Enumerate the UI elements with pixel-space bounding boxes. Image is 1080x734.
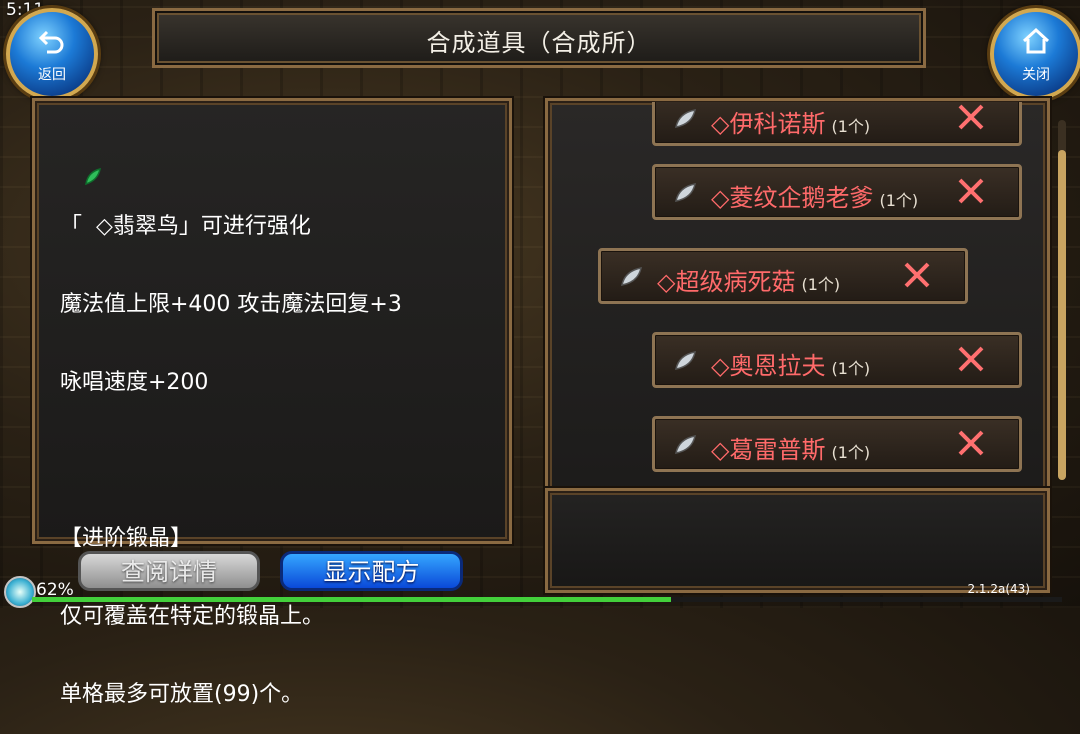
list-item[interactable]: ◇葛雷普斯 (1个) xyxy=(652,416,1022,472)
crystal-icon xyxy=(675,351,696,370)
crystal-icon xyxy=(675,109,696,128)
status-bar: 62% 2.1.2a(43) xyxy=(0,572,1080,608)
remove-icon[interactable] xyxy=(953,102,989,135)
material-name: ◇超级病死菇 (1个) xyxy=(657,268,841,296)
material-name: ◇菱纹企鹅老爹 (1个) xyxy=(711,184,919,212)
remove-icon[interactable] xyxy=(899,257,935,293)
scrollbar-thumb[interactable] xyxy=(1058,150,1066,480)
back-label: 返回 xyxy=(38,67,66,83)
crystal-icon xyxy=(675,435,696,454)
emerald-gem-icon xyxy=(85,167,101,186)
remove-icon[interactable] xyxy=(953,341,989,377)
close-button[interactable]: 关闭 xyxy=(990,8,1080,100)
material-name: ◇伊科诺斯 (1个) xyxy=(711,110,871,138)
crystal-icon xyxy=(675,183,696,202)
list-item[interactable]: ◇奥恩拉夫 (1个) xyxy=(652,332,1022,388)
material-list: ◇伊科诺斯 (1个) ◇菱纹企鹅老爹 (1个) ◇超级病死菇 (1个) ◇奥恩拉夫 (1… xyxy=(548,102,1048,506)
desc-line: 魔法值上限+400 攻击魔法回复+3 xyxy=(60,292,402,317)
list-item[interactable]: ◇伊科诺斯 (1个) xyxy=(652,102,1022,146)
list-item-selected[interactable]: ◇超级病死菇 (1个) xyxy=(598,248,968,304)
item-description: 「 ◇翡翠鸟」可进行强化 魔法值上限+400 攻击魔法回复+3 咏唱速度+200… xyxy=(60,162,402,734)
list-item[interactable]: ◇菱纹企鹅老爹 (1个) xyxy=(652,164,1022,220)
back-button[interactable]: 返回 xyxy=(6,8,98,100)
remove-icon[interactable] xyxy=(953,425,989,461)
desc-line: 【进阶锻晶】 xyxy=(60,526,193,551)
material-name: ◇奥恩拉夫 (1个) xyxy=(711,352,871,380)
desc-line: 单格最多可放置(99)个。 xyxy=(60,682,304,707)
crystal-icon xyxy=(621,267,642,286)
page-title: 合成道具（合成所） xyxy=(426,29,652,57)
version-label: 2.1.2a(43) xyxy=(967,582,1030,596)
title-bar: 合成道具（合成所） xyxy=(152,8,926,68)
progress-bar xyxy=(32,597,1062,602)
remove-icon[interactable] xyxy=(953,173,989,209)
list-scrollbar[interactable] xyxy=(1058,120,1066,480)
desc-line: 「 ◇翡翠鸟」可进行强化 xyxy=(60,214,311,239)
home-icon xyxy=(1022,27,1050,54)
desc-line xyxy=(60,448,402,474)
progress-fill xyxy=(32,597,671,602)
close-label: 关闭 xyxy=(1022,67,1050,83)
material-name: ◇葛雷普斯 (1个) xyxy=(711,436,871,464)
desc-line: 咏唱速度+200 xyxy=(60,370,209,395)
back-arrow-icon xyxy=(38,30,64,54)
